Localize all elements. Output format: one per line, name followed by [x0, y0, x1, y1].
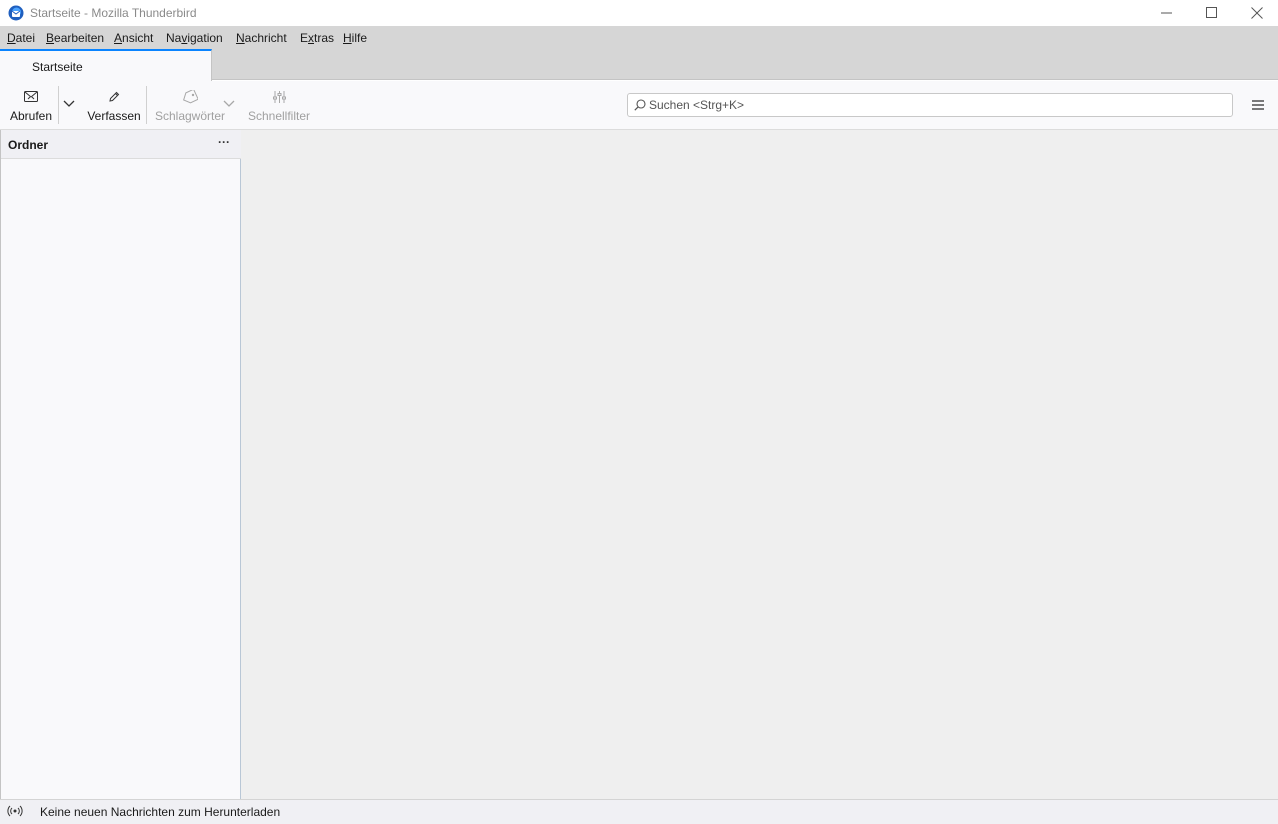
menu-ansicht[interactable]: Ansicht [114, 31, 153, 45]
menu-bearbeiten[interactable]: Bearbeiten [46, 31, 104, 45]
tab-label: Startseite [32, 60, 83, 74]
search-icon [634, 99, 646, 111]
search-box[interactable] [627, 93, 1233, 117]
close-button[interactable] [1234, 0, 1278, 26]
menu-extras[interactable]: Extras [300, 31, 334, 45]
more-options-icon[interactable]: ··· [215, 136, 233, 151]
get-messages-label: Abrufen [9, 109, 53, 123]
pencil-icon [108, 90, 120, 104]
mail-toolbar: Abrufen Verfassen Schlagwörter Schnellfi… [0, 81, 1278, 130]
menu-navigation[interactable]: Navigation [166, 31, 223, 45]
folder-pane-header: Ordner ··· [1, 130, 241, 159]
app-menu-icon[interactable] [1250, 98, 1266, 112]
quick-filter-button[interactable]: Schnellfilter [246, 81, 312, 129]
toolbar-separator [146, 86, 147, 124]
folder-pane-title: Ordner [8, 138, 49, 152]
maximize-button[interactable] [1189, 0, 1235, 26]
tags-dropdown[interactable] [221, 95, 237, 113]
search-input[interactable] [649, 94, 1229, 116]
compose-button[interactable]: Verfassen [86, 81, 142, 129]
online-status-icon[interactable] [7, 805, 23, 817]
filter-sliders-icon [272, 90, 286, 104]
get-messages-button[interactable]: Abrufen [4, 81, 58, 129]
thunderbird-logo-icon [8, 5, 24, 21]
window-title: Startseite - Mozilla Thunderbird [30, 6, 197, 20]
menu-bar: Datei Bearbeiten Ansicht Navigation Nach… [0, 26, 1278, 49]
minimize-button[interactable] [1144, 0, 1190, 26]
minimize-icon [1161, 12, 1172, 14]
chevron-down-icon [63, 100, 75, 107]
toolbar-separator [58, 86, 59, 124]
tags-button[interactable]: Schlagwörter [153, 81, 227, 129]
menu-hilfe[interactable]: Hilfe [343, 31, 367, 45]
status-bar: Keine neuen Nachrichten zum Herunterlade… [0, 799, 1278, 824]
tab-strip: Startseite [0, 49, 1278, 81]
status-message: Keine neuen Nachrichten zum Herunterlade… [40, 805, 281, 819]
chevron-down-icon [223, 100, 235, 107]
tab-startseite[interactable]: Startseite [0, 49, 212, 81]
maximize-icon [1206, 7, 1217, 18]
get-messages-dropdown[interactable] [61, 95, 77, 113]
close-icon [1251, 7, 1263, 19]
main-content-area [241, 130, 1278, 799]
tags-label: Schlagwörter [154, 109, 226, 123]
tag-icon [182, 90, 198, 104]
menu-datei[interactable]: Datei [7, 31, 35, 45]
title-bar: Startseite - Mozilla Thunderbird [0, 0, 1278, 26]
compose-label: Verfassen [87, 109, 141, 123]
menu-nachricht[interactable]: Nachricht [236, 31, 287, 45]
envelope-icon [23, 90, 39, 104]
folder-pane: Ordner ··· [0, 130, 241, 799]
quick-filter-label: Schnellfilter [247, 109, 311, 123]
